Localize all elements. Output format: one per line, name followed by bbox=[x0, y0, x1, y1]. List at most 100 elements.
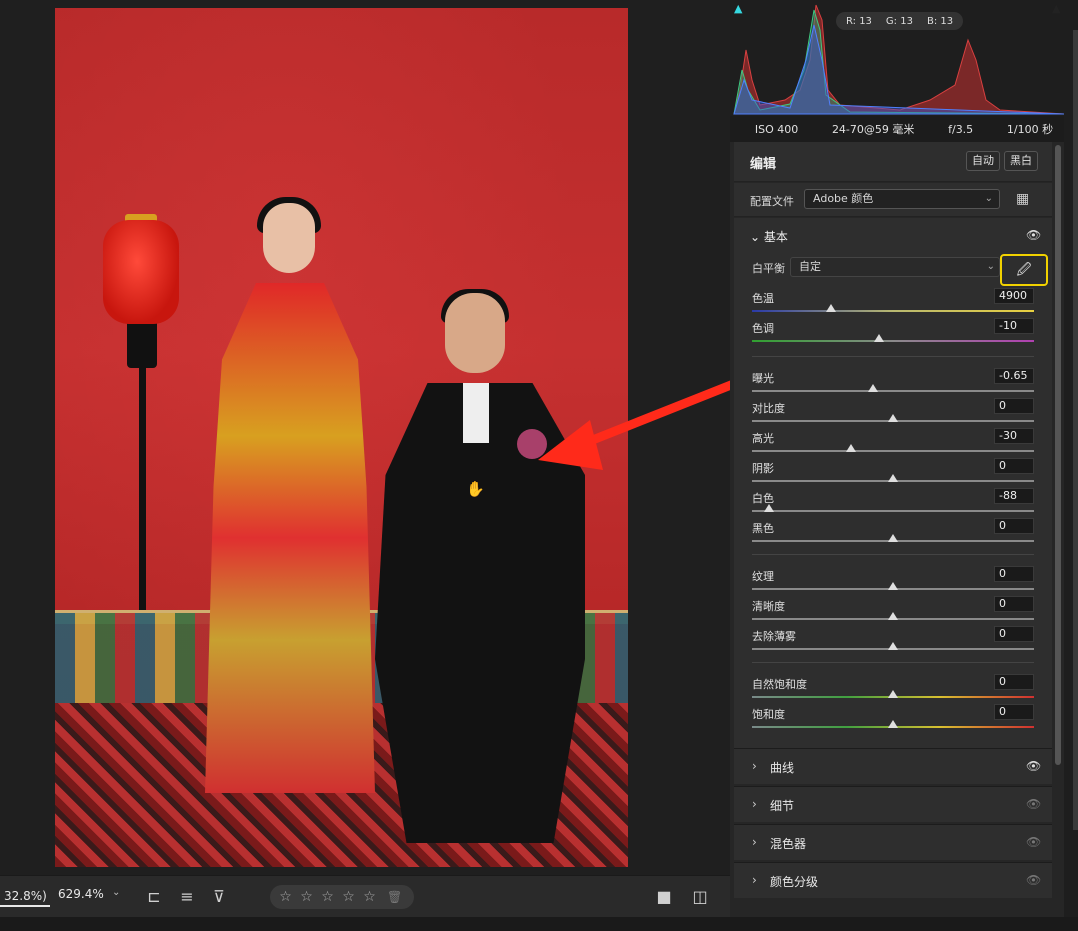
chevron-down-icon: ⌄ bbox=[984, 193, 993, 204]
auto-button[interactable]: 自动 bbox=[966, 151, 1000, 171]
slider-label: 阴影 bbox=[752, 462, 774, 475]
slider-thumb[interactable] bbox=[888, 534, 898, 542]
slider-thumb[interactable] bbox=[888, 414, 898, 422]
eye-icon[interactable]: 👁 bbox=[1026, 835, 1041, 849]
eye-icon[interactable]: 👁 bbox=[1026, 873, 1041, 887]
sort-icon[interactable]: ≡ bbox=[175, 885, 199, 909]
shadow-clip-icon[interactable]: ▲ bbox=[734, 2, 746, 15]
slider-value-input[interactable]: 0 bbox=[994, 458, 1034, 474]
white-balance-label: 白平衡 bbox=[752, 262, 785, 275]
single-view-icon[interactable]: ■ bbox=[652, 885, 676, 909]
slider-thumb[interactable] bbox=[763, 504, 774, 512]
section-curves[interactable]: › 曲线 👁 bbox=[734, 748, 1052, 784]
compare-view-icon[interactable]: ◫ bbox=[688, 885, 712, 909]
chevron-right-icon: › bbox=[752, 835, 757, 849]
b-value: B: 13 bbox=[926, 15, 954, 27]
slider-value-input[interactable]: 0 bbox=[994, 596, 1034, 612]
eyedropper-icon[interactable]: 🖉 bbox=[1000, 254, 1048, 286]
slider-value-input[interactable]: 0 bbox=[994, 518, 1034, 534]
slider-track[interactable] bbox=[752, 340, 1034, 342]
slider-thumb[interactable] bbox=[888, 720, 898, 728]
slider-row: 曝光 -0.65 bbox=[748, 368, 1038, 400]
zoom-percent[interactable]: 629.4% bbox=[58, 887, 104, 901]
section-detail[interactable]: › 细节 👁 bbox=[734, 786, 1052, 822]
eye-icon[interactable]: 👁 bbox=[1026, 759, 1041, 773]
slider-value-input[interactable]: -30 bbox=[994, 428, 1034, 444]
slider-row: 清晰度 0 bbox=[748, 596, 1038, 628]
basic-title: 基本 bbox=[763, 230, 788, 244]
chevron-right-icon: › bbox=[752, 759, 757, 773]
outer-scrollbar[interactable] bbox=[1073, 30, 1078, 830]
profile-row: 配置文件 Adobe 颜色 ⌄ ▦ bbox=[734, 183, 1052, 217]
slider-row: 饱和度 0 bbox=[748, 704, 1038, 736]
slider-value-input[interactable]: 0 bbox=[994, 704, 1034, 720]
star-icon[interactable]: ☆ bbox=[278, 889, 293, 905]
slider-value-input[interactable]: -10 bbox=[994, 318, 1034, 334]
divider bbox=[752, 554, 1034, 555]
zoom-dropdown-icon[interactable]: ⌄ bbox=[112, 887, 120, 898]
slider-thumb[interactable] bbox=[888, 612, 898, 620]
highlight-clip-icon[interactable]: ▲ bbox=[1052, 2, 1064, 15]
basic-header[interactable]: ⌄ 基本 bbox=[750, 228, 788, 245]
slider-thumb[interactable] bbox=[868, 384, 879, 392]
chevron-down-icon: ⌄ bbox=[986, 261, 995, 272]
slider-label: 黑色 bbox=[752, 522, 774, 535]
slider-thumb[interactable] bbox=[888, 582, 898, 590]
slider-label: 去除薄雾 bbox=[752, 630, 796, 643]
section-color-grading[interactable]: › 颜色分级 👁 bbox=[734, 862, 1052, 898]
slider-thumb[interactable] bbox=[888, 642, 898, 650]
section-mixer[interactable]: › 混色器 👁 bbox=[734, 824, 1052, 860]
slider-track[interactable] bbox=[752, 510, 1034, 512]
filmstrip-toggle-icon[interactable]: ⊏ bbox=[142, 885, 166, 909]
slider-row: 自然饱和度 0 bbox=[748, 674, 1038, 706]
filter-icon[interactable]: ⊽ bbox=[207, 885, 231, 909]
slider-row: 黑色 0 bbox=[748, 518, 1038, 550]
profile-value: Adobe 颜色 bbox=[813, 192, 874, 205]
slider-row: 白色 -88 bbox=[748, 488, 1038, 520]
exif-aperture: f/3.5 bbox=[948, 122, 974, 136]
trash-icon[interactable]: 🗑 bbox=[387, 890, 402, 904]
rgb-readout: R: 13 G: 13 B: 13 bbox=[836, 12, 964, 30]
slider-value-input[interactable]: -88 bbox=[994, 488, 1034, 504]
profile-select[interactable]: Adobe 颜色 ⌄ bbox=[804, 189, 1000, 209]
white-balance-select[interactable]: 自定 ⌄ bbox=[790, 257, 1000, 277]
exif-lens: 24-70@59 毫米 bbox=[831, 123, 915, 136]
slider-label: 高光 bbox=[752, 432, 774, 445]
slider-row: 阴影 0 bbox=[748, 458, 1038, 490]
slider-thumb[interactable] bbox=[825, 304, 836, 312]
eye-icon[interactable]: 👁 bbox=[1026, 797, 1041, 811]
chevron-right-icon: › bbox=[752, 797, 757, 811]
slider-value-input[interactable]: 4900 bbox=[994, 288, 1034, 304]
slider-thumb[interactable] bbox=[888, 690, 898, 698]
slider-track[interactable] bbox=[752, 450, 1034, 452]
visibility-eye-icon[interactable]: 👁 bbox=[1026, 228, 1041, 242]
slider-thumb[interactable] bbox=[888, 474, 898, 482]
slider-value-input[interactable]: -0.65 bbox=[994, 368, 1034, 384]
slider-row: 对比度 0 bbox=[748, 398, 1038, 430]
edit-panel: ▲ ▲ R: 13 G: 13 B: 13 ISO 400 24-70@59 毫… bbox=[730, 0, 1078, 917]
zoom-fit-value[interactable]: 32.8%) bbox=[0, 887, 50, 907]
slider-value-input[interactable]: 0 bbox=[994, 626, 1034, 642]
star-icon[interactable]: ☆ bbox=[299, 889, 314, 905]
panel-scrollbar[interactable] bbox=[1055, 145, 1061, 765]
star-icon[interactable]: ☆ bbox=[320, 889, 335, 905]
r-value: R: 13 bbox=[846, 15, 872, 27]
star-icon[interactable]: ☆ bbox=[341, 889, 356, 905]
slider-thumb[interactable] bbox=[845, 444, 856, 452]
profile-browser-icon[interactable]: ▦ bbox=[1016, 191, 1034, 209]
slider-thumb[interactable] bbox=[873, 334, 884, 342]
basic-section: ⌄ 基本 👁 白平衡 自定 ⌄ 🖉 色温 4900 色调 -10 曝光 -0.65 对比度 0… bbox=[734, 218, 1052, 748]
slider-track[interactable] bbox=[752, 310, 1034, 312]
slider-value-input[interactable]: 0 bbox=[994, 674, 1034, 690]
slider-row: 高光 -30 bbox=[748, 428, 1038, 460]
slider-value-input[interactable]: 0 bbox=[994, 566, 1034, 582]
slider-label: 色温 bbox=[752, 292, 774, 305]
profile-label: 配置文件 bbox=[750, 195, 794, 208]
slider-track[interactable] bbox=[752, 390, 1034, 392]
slider-label: 饱和度 bbox=[752, 708, 785, 721]
black-white-button[interactable]: 黑白 bbox=[1004, 151, 1038, 171]
slider-value-input[interactable]: 0 bbox=[994, 398, 1034, 414]
star-icon[interactable]: ☆ bbox=[362, 889, 377, 905]
slider-row: 色温 4900 bbox=[748, 288, 1038, 320]
edit-header: 编辑 自动 黑白 bbox=[734, 142, 1052, 182]
